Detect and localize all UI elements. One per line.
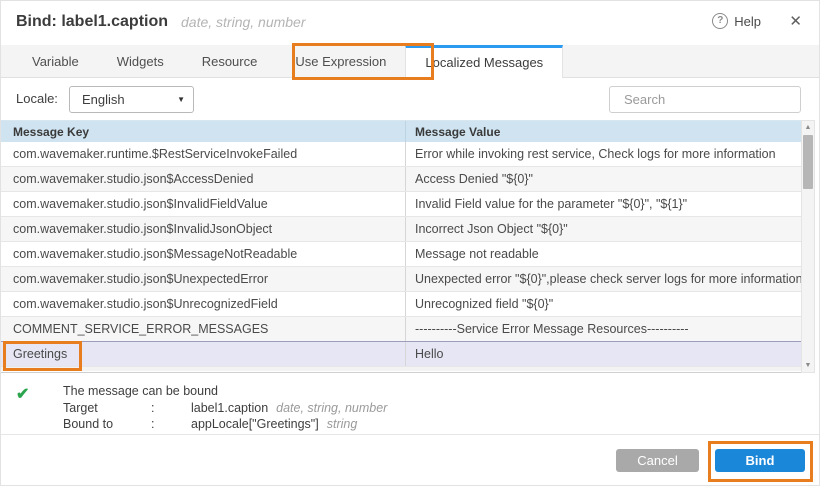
search-box[interactable] (609, 86, 801, 113)
message-key-cell[interactable]: com.wavemaker.studio.json$AccessDenied (1, 167, 406, 191)
title-bar: Bind: label1.caption date, string, numbe… (1, 1, 819, 45)
messages-table: Message Key Message Value com.wavemaker.… (1, 120, 803, 373)
target-line: Target : label1.caption date, string, nu… (63, 400, 387, 417)
dialog-subtitle: date, string, number (181, 14, 306, 30)
toolbar: Locale: English ▼ (1, 78, 819, 120)
close-icon[interactable]: ✕ (789, 12, 802, 30)
table-row[interactable]: COMMENT_SERVICE_ERROR_MESSAGES----------… (1, 317, 803, 342)
locale-select[interactable]: English ▼ (69, 86, 194, 113)
chevron-down-icon: ▼ (177, 95, 185, 104)
bound-to-label: Bound to (63, 416, 151, 433)
footer-divider (1, 434, 819, 435)
table-row[interactable]: com.wavemaker.runtime.$RestServiceInvoke… (1, 142, 803, 167)
bind-dialog: Bind: label1.caption date, string, numbe… (0, 0, 820, 486)
help-label[interactable]: Help (734, 14, 761, 29)
check-icon: ✔ (16, 384, 29, 404)
table-row[interactable]: com.wavemaker.studio.json$UnrecognizedFi… (1, 292, 803, 317)
message-value-cell[interactable]: ----------Service Error Message Resource… (406, 317, 803, 341)
search-input[interactable] (624, 92, 800, 107)
table-row[interactable]: com.wavemaker.studio.json$InvalidJsonObj… (1, 217, 803, 242)
message-key-cell[interactable]: com.wavemaker.studio.json$UnexpectedErro… (1, 267, 406, 291)
scrollbar-down-icon[interactable]: ▼ (802, 362, 814, 369)
target-label: Target (63, 400, 151, 417)
table-row[interactable]: com.wavemaker.studio.json$UnexpectedErro… (1, 267, 803, 292)
scrollbar-up-icon[interactable]: ▲ (802, 124, 814, 131)
bound-to-value: appLocale["Greetings"] (191, 416, 319, 433)
message-value-cell[interactable]: Invalid Field value for the parameter "$… (406, 192, 803, 216)
locale-selected-value: English (82, 92, 177, 107)
target-types: date, string, number (276, 400, 387, 417)
binding-status-panel: ✔ The message can be bound Target : labe… (1, 382, 819, 434)
scrollbar-thumb[interactable] (803, 135, 813, 189)
message-key-cell[interactable]: com.wavemaker.studio.json$MessageNotRead… (1, 242, 406, 266)
tab-localized-messages[interactable]: Localized Messages (405, 45, 563, 79)
message-key-cell[interactable]: com.wavemaker.studio.json$InvalidFieldVa… (1, 192, 406, 216)
target-value: label1.caption (191, 400, 268, 417)
table-header: Message Key Message Value (1, 120, 803, 142)
column-header-message-value[interactable]: Message Value (406, 121, 803, 142)
table-body: com.wavemaker.runtime.$RestServiceInvoke… (1, 142, 803, 367)
status-message: The message can be bound (63, 383, 387, 400)
tab-variable[interactable]: Variable (13, 45, 98, 78)
message-key-cell[interactable]: com.wavemaker.studio.json$InvalidJsonObj… (1, 217, 406, 241)
message-value-cell[interactable]: Hello (406, 342, 803, 366)
message-value-cell[interactable]: Incorrect Json Object "${0}" (406, 217, 803, 241)
message-key-cell[interactable]: com.wavemaker.studio.json$UnrecognizedFi… (1, 292, 406, 316)
table-scrollbar[interactable]: ▲ ▼ (801, 120, 815, 373)
dialog-title: Bind: label1.caption (16, 13, 168, 31)
cancel-button[interactable]: Cancel (616, 449, 699, 472)
tab-widgets[interactable]: Widgets (98, 45, 183, 78)
tab-use-expression[interactable]: Use Expression (276, 45, 405, 78)
column-header-message-key[interactable]: Message Key (1, 121, 406, 142)
message-value-cell[interactable]: Unrecognized field "${0}" (406, 292, 803, 316)
locale-label: Locale: (16, 91, 58, 106)
message-key-cell[interactable]: COMMENT_SERVICE_ERROR_MESSAGES (1, 317, 406, 341)
table-row[interactable]: com.wavemaker.studio.json$MessageNotRead… (1, 242, 803, 267)
bind-button[interactable]: Bind (715, 449, 805, 472)
table-row[interactable]: GreetingsHello (1, 341, 803, 367)
message-key-cell[interactable]: Greetings (1, 342, 406, 366)
help-icon[interactable]: ? (712, 13, 728, 29)
partial-row (1, 367, 803, 371)
message-value-cell[interactable]: Unexpected error "${0}",please check ser… (406, 267, 803, 291)
bound-to-line: Bound to : appLocale["Greetings"] string (63, 416, 387, 433)
tab-resource[interactable]: Resource (183, 45, 277, 78)
tab-bar: Variable Widgets Resource Use Expression… (1, 45, 819, 78)
table-row[interactable]: com.wavemaker.studio.json$InvalidFieldVa… (1, 192, 803, 217)
message-value-cell[interactable]: Error while invoking rest service, Check… (406, 142, 803, 166)
help-button[interactable]: ? Help (712, 13, 761, 29)
table-row[interactable]: com.wavemaker.studio.json$AccessDeniedAc… (1, 167, 803, 192)
message-value-cell[interactable]: Access Denied "${0}" (406, 167, 803, 191)
bound-to-type: string (327, 416, 358, 433)
status-text: The message can be bound (63, 383, 218, 400)
message-value-cell[interactable]: Message not readable (406, 242, 803, 266)
message-key-cell[interactable]: com.wavemaker.runtime.$RestServiceInvoke… (1, 142, 406, 166)
